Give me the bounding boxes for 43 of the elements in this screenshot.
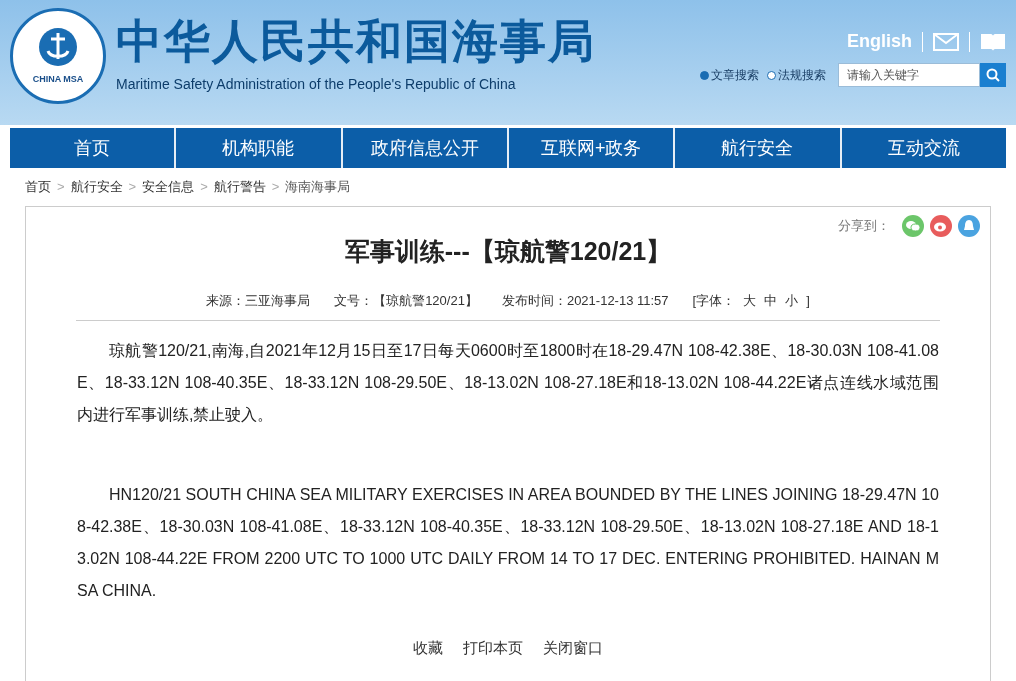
article-meta: 来源：三亚海事局 [206, 291, 311, 310]
breadcrumb-separator: > [128, 178, 137, 197]
nav-tab[interactable]: 互动交流 [839, 128, 1006, 168]
font-size-link[interactable]: 小 [785, 290, 799, 310]
nav-tab[interactable]: 首页 [10, 128, 175, 168]
search-button[interactable] [980, 63, 1006, 87]
breadcrumb-link[interactable]: 安全信息 [142, 177, 195, 197]
font-size-bracket: ] [806, 291, 810, 310]
search-field[interactable]: 请输入关键字 [838, 63, 980, 87]
nav-tab[interactable]: 互联网+政务 [507, 128, 674, 168]
article-title: 军事训练---【琼航警120/21】 [343, 236, 673, 267]
search-scope-radio[interactable]: 法规搜索 [767, 66, 826, 84]
breadcrumb-separator: > [200, 178, 208, 197]
mail-icon[interactable] [933, 32, 959, 51]
breadcrumb-link[interactable]: 航行安全 [70, 177, 123, 197]
article-action-link[interactable]: 关闭窗口 [543, 637, 603, 660]
nav-tab[interactable]: 航行安全 [673, 128, 840, 168]
breadcrumb-link[interactable]: 海南海事局 [285, 177, 351, 197]
qq-share-icon[interactable] [958, 215, 980, 237]
site-subtitle: Maritime Safety Administration of the People's Republic of China [116, 75, 517, 94]
share-label: 分享到： [838, 217, 890, 236]
article-paragraph: 琼航警120/21,南海,自2021年12月15日至17日每天0600时至1800时在18-29.47N 108-42.38E、18-30.03N 108-41.08E、18-33.12N 108-40.35E、18-33.12N 108-29.50E、18-13.02N 108-27.18E和18-13.02N 108-44.22E诸点连线水域范围内进行军事训练,禁止驶入。 [77, 341, 939, 425]
weibo-share-icon[interactable] [930, 215, 952, 237]
site-title: 中华人民共和国海事局 [116, 14, 596, 68]
breadcrumb-separator: > [57, 178, 65, 197]
breadcrumb-link[interactable]: 首页 [25, 177, 51, 197]
search-icon [986, 68, 1000, 82]
wechat-share-icon[interactable] [902, 215, 924, 237]
article-paragraph: HN120/21 SOUTH CHINA SEA MILITARY EXERCISES IN AREA BOUNDED BY THE LINES JOINING 18-29.47N 108-42.38E、18-30.03N 108-41.08E、18-33.12N 108-40.35E、18-33.12N 108-29.50E、18-13.02N 108-27.18E AND 18-13.02N 108-44.22E FROM 2200 UTC TO 1000 UTC DAILY FROM 14 TO 17 DEC. ENTERING PROHIBITED. HAINAN MSA CHINA. [77, 485, 939, 601]
article-action-link[interactable]: 打印本页 [463, 637, 523, 660]
search-scope-radio[interactable]: 文章搜索 [700, 66, 759, 84]
breadcrumb-link[interactable]: 航行警告 [213, 177, 266, 197]
nav-tab[interactable]: 机构职能 [174, 128, 341, 168]
article-meta: 文号：【琼航警120/21】 [334, 291, 478, 310]
font-size-label: [字体： [692, 291, 736, 310]
article-action-link[interactable]: 收藏 [413, 637, 443, 660]
breadcrumb-separator: > [271, 178, 280, 197]
font-size-link[interactable]: 大 [743, 290, 757, 310]
book-icon[interactable] [980, 31, 1006, 52]
nav-tab[interactable]: 政府信息公开 [340, 128, 507, 168]
font-size-link[interactable]: 中 [764, 290, 778, 310]
logo-text: CHINA MSA [32, 73, 84, 87]
article-meta: 发布时间：2021-12-13 11:57 [501, 291, 669, 310]
